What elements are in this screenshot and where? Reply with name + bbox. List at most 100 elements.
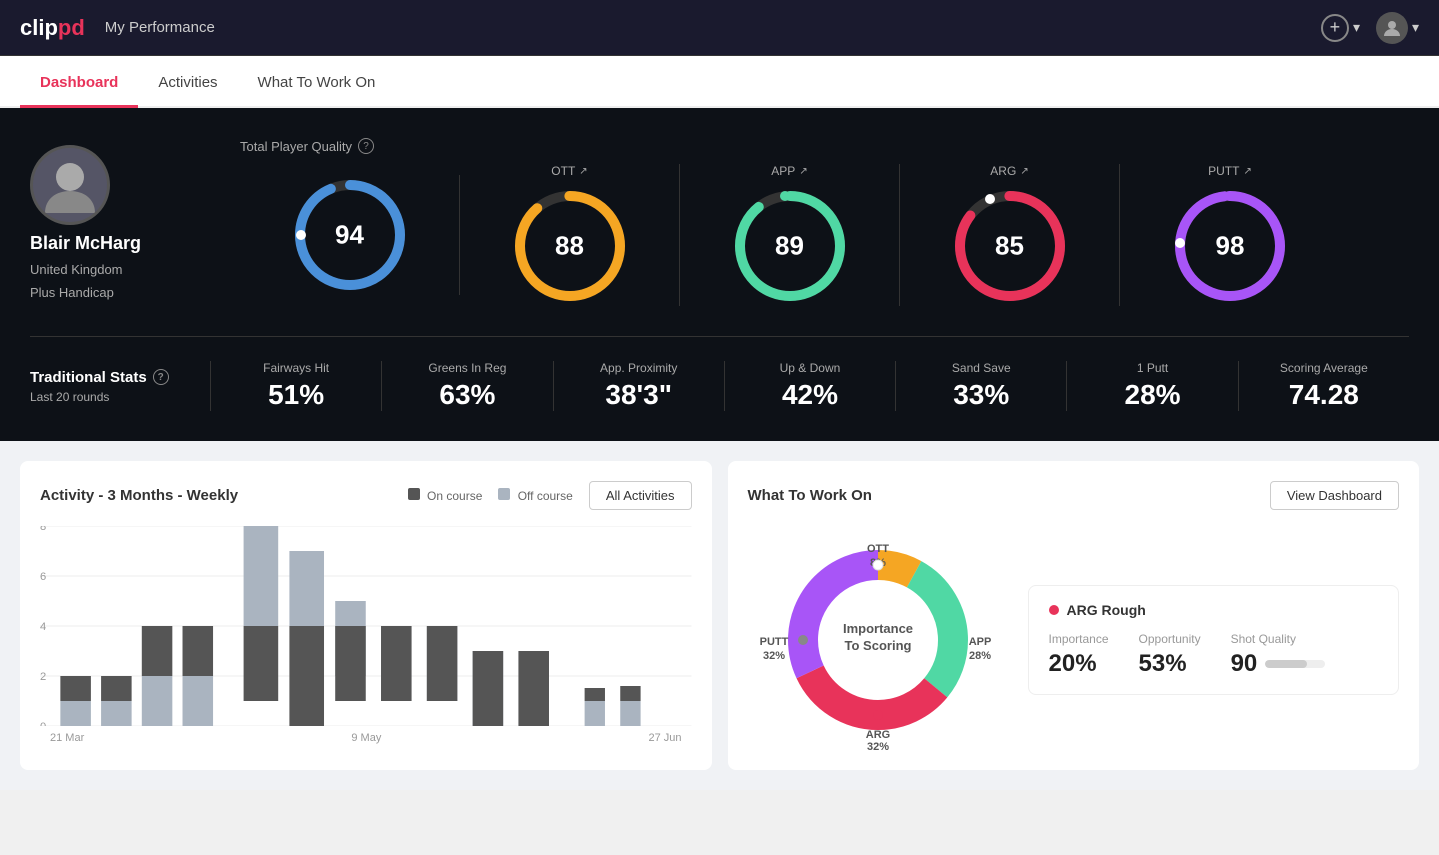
app-proximity-col: App. Proximity 38'3" [553, 361, 724, 411]
header-actions: + ▾ ▾ [1321, 12, 1419, 44]
svg-text:0: 0 [40, 721, 46, 726]
putt-circle: 98 [1170, 186, 1290, 306]
importance-value: 20% [1049, 650, 1109, 678]
trad-stats-label: Traditional Stats ? Last 20 rounds [30, 369, 210, 404]
center-to-scoring: To Scoring [844, 638, 911, 653]
player-name: Blair McHarg [30, 233, 141, 254]
shot-quality-col: Shot Quality 90 [1231, 632, 1326, 678]
scoring-avg-value: 74.28 [1289, 379, 1359, 411]
svg-text:2: 2 [40, 671, 46, 683]
greens-in-reg-col: Greens In Reg 63% [381, 361, 552, 411]
arg-rough-dot [1049, 605, 1059, 615]
help-icon[interactable]: ? [153, 369, 169, 385]
quality-label: Total Player Quality ? [240, 138, 374, 154]
up-and-down-label: Up & Down [780, 361, 841, 375]
avatar [1376, 12, 1408, 44]
bottom-panels: Activity - 3 Months - Weekly On course O… [0, 441, 1439, 790]
view-dashboard-button[interactable]: View Dashboard [1270, 481, 1399, 510]
player-country: United Kingdom [30, 262, 123, 277]
bar-chart: 8 6 4 2 0 [40, 526, 692, 726]
on-course-dot [408, 488, 420, 500]
arg-segment-label: ARG [865, 729, 889, 741]
shot-quality-value: 90 [1231, 650, 1258, 678]
putt-segment-label: PUTT [759, 636, 788, 648]
opportunity-col: Opportunity 53% [1139, 632, 1201, 678]
scoring-avg-label: Scoring Average [1280, 361, 1368, 375]
x-label-1: 21 Mar [50, 732, 84, 744]
putt-label: PUTT ↗ [1208, 164, 1252, 178]
trad-stats-title: Traditional Stats ? [30, 369, 210, 386]
ott-arrow-icon: ↗ [579, 166, 587, 177]
svg-text:6: 6 [40, 571, 46, 583]
player-handicap: Plus Handicap [30, 285, 114, 300]
fairways-hit-col: Fairways Hit 51% [210, 361, 381, 411]
chart-area: 8 6 4 2 0 [40, 526, 692, 726]
tab-what-to-work-on[interactable]: What To Work On [238, 56, 396, 108]
ott-gauge: OTT ↗ 88 [460, 164, 680, 306]
page-title: My Performance [105, 19, 1321, 36]
logo-clip: clip [20, 15, 58, 40]
sand-save-value: 33% [953, 379, 1009, 411]
tab-activities[interactable]: Activities [138, 56, 237, 108]
ott-circle: 88 [510, 186, 630, 306]
center-importance: Importance [842, 621, 912, 636]
putt-gauge: PUTT ↗ 98 [1120, 164, 1340, 306]
add-button[interactable]: + ▾ [1321, 14, 1360, 42]
putt-value: 98 [1216, 231, 1245, 262]
traditional-stats: Traditional Stats ? Last 20 rounds Fairw… [30, 337, 1409, 411]
off-course-legend: Off course [498, 488, 572, 503]
on-course-legend: On course [408, 488, 483, 503]
chart-legend: On course Off course [408, 488, 573, 503]
logo-pd: pd [58, 15, 85, 40]
hero-section: Blair McHarg United Kingdom Plus Handica… [0, 108, 1439, 441]
app-label: APP ↗ [771, 164, 807, 178]
chevron-down-icon: ▾ [1412, 19, 1419, 36]
detail-card-title: ARG Rough [1049, 602, 1379, 618]
chart-header: Activity - 3 Months - Weekly On course O… [40, 481, 692, 510]
opportunity-label: Opportunity [1139, 632, 1201, 646]
one-putt-col: 1 Putt 28% [1066, 361, 1237, 411]
help-icon[interactable]: ? [358, 138, 374, 154]
app-value: 89 [775, 231, 804, 262]
sand-save-label: Sand Save [952, 361, 1011, 375]
detail-card: ARG Rough Importance 20% Opportunity 53% [1028, 585, 1400, 695]
ott-value: 88 [555, 231, 584, 262]
score-fill [1265, 660, 1307, 668]
arg-gauge: ARG ↗ 85 [900, 164, 1120, 306]
sand-save-col: Sand Save 33% [895, 361, 1066, 411]
putt-pct-label: 32% [762, 650, 784, 662]
fairways-hit-value: 51% [268, 379, 324, 411]
x-label-2: 9 May [351, 732, 381, 744]
app-gauge: APP ↗ 89 [680, 164, 900, 306]
opportunity-value: 53% [1139, 650, 1201, 678]
app-proximity-label: App. Proximity [600, 361, 677, 375]
user-menu-button[interactable]: ▾ [1376, 12, 1419, 44]
app-header: clippd My Performance + ▾ ▾ [0, 0, 1439, 56]
trad-stats-subtitle: Last 20 rounds [30, 390, 210, 404]
all-activities-button[interactable]: All Activities [589, 481, 692, 510]
arg-value: 85 [995, 231, 1024, 262]
donut-svg: OTT 8% APP 28% ARG 32% PUTT 32% Importan… [748, 530, 1008, 750]
chart-controls: On course Off course All Activities [408, 481, 692, 510]
x-label-3: 27 Jun [648, 732, 681, 744]
app-arrow-icon: ↗ [799, 166, 807, 177]
putt-arrow-icon: ↗ [1243, 166, 1251, 177]
ott-segment-label: OTT [867, 543, 889, 555]
shot-quality-bar: 90 [1231, 650, 1326, 678]
tab-dashboard[interactable]: Dashboard [20, 56, 138, 108]
donut-chart: OTT 8% APP 28% ARG 32% PUTT 32% Importan… [748, 530, 1008, 750]
logo: clippd [20, 15, 85, 41]
off-course-dot [498, 488, 510, 500]
total-quality-value: 94 [335, 220, 364, 251]
hero-top: Blair McHarg United Kingdom Plus Handica… [30, 138, 1409, 337]
shot-quality-label: Shot Quality [1231, 632, 1326, 646]
fairways-hit-label: Fairways Hit [263, 361, 329, 375]
total-quality-gauge: 94 [290, 175, 410, 295]
app-pct-label: 28% [968, 650, 990, 662]
svg-text:4: 4 [40, 621, 46, 633]
greens-in-reg-value: 63% [439, 379, 495, 411]
up-and-down-col: Up & Down 42% [724, 361, 895, 411]
main-gauge: 94 [240, 175, 460, 295]
scoring-avg-col: Scoring Average 74.28 [1238, 361, 1409, 411]
score-bg [1265, 660, 1325, 668]
